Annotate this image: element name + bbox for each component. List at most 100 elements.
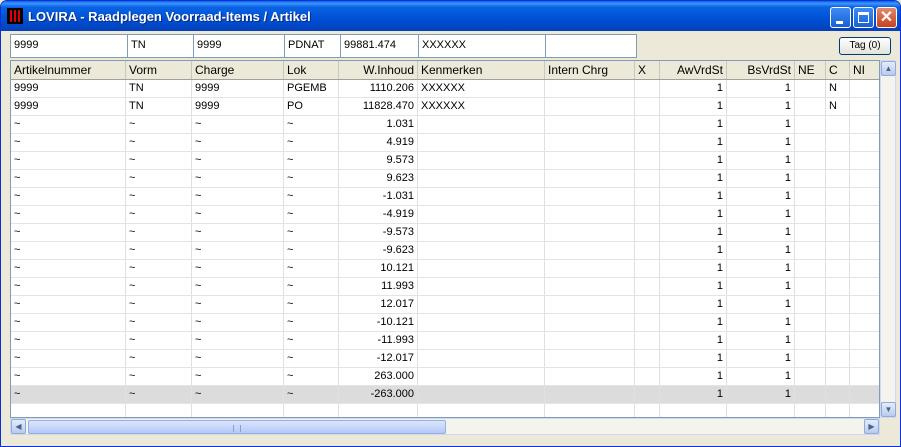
scroll-right-icon[interactable]: ▶ xyxy=(864,419,879,434)
cell-w-inhoud xyxy=(339,404,418,417)
cell-ni xyxy=(850,296,879,313)
close-icon: ✕ xyxy=(879,9,894,26)
cell-charge: ~ xyxy=(192,278,284,295)
app-icon[interactable] xyxy=(7,8,23,24)
filter-field[interactable]: 9999 xyxy=(10,34,128,58)
table-row[interactable]: ~ ~ ~ ~ -1.031 1 1 xyxy=(11,188,879,206)
table-row[interactable]: ~ ~ ~ ~4.919 1 1 xyxy=(11,134,879,152)
column-header-ni[interactable]: NI xyxy=(850,61,879,79)
cell-c xyxy=(826,116,850,133)
cell-intern-chrg xyxy=(545,80,635,97)
cell-lok: ~ xyxy=(284,278,339,295)
cell-lok: ~ xyxy=(284,152,339,169)
table-row[interactable]: ~ ~ ~ ~1.031 1 1 xyxy=(11,116,879,134)
table-row[interactable]: ~ ~ ~ ~11.993 1 1 xyxy=(11,278,879,296)
column-header-awvrdst[interactable]: AwVrdSt xyxy=(660,61,727,79)
table-row[interactable]: ~ ~ ~ ~ -9.573 1 1 xyxy=(11,224,879,242)
column-header-c[interactable]: C xyxy=(826,61,850,79)
column-header-kenmerken[interactable]: Kenmerken xyxy=(418,61,545,79)
filter-field[interactable]: 9999 xyxy=(193,34,285,58)
column-header-lok[interactable]: Lok xyxy=(284,61,339,79)
grid-header: Artikelnummer Vorm Charge Lok W.Inhoud Kenmer… xyxy=(11,61,879,80)
cell-x xyxy=(635,224,660,241)
cell-w-inhoud: -12.017 xyxy=(339,350,418,367)
cell-artikelnummer: ~ xyxy=(11,152,126,169)
maximize-button[interactable] xyxy=(853,7,874,28)
cell-charge: ~ xyxy=(192,242,284,259)
table-row[interactable]: ~ ~ ~ ~12.017 1 1 xyxy=(11,296,879,314)
cell-charge: ~ xyxy=(192,260,284,277)
table-row[interactable] xyxy=(11,404,879,417)
cell-awvrdst: 1 xyxy=(660,386,727,403)
cell-w-inhoud: -9.573 xyxy=(339,224,418,241)
cell-lok: ~ xyxy=(284,368,339,385)
cell-awvrdst: 1 xyxy=(660,206,727,223)
column-header-artikelnummer[interactable]: Artikelnummer xyxy=(11,61,126,79)
vertical-scrollbar[interactable]: ▲ ▼ xyxy=(880,60,896,418)
column-header-bsvrdst[interactable]: BsVrdSt xyxy=(727,61,795,79)
horizontal-scrollbar[interactable]: ◀ ▶ xyxy=(10,418,880,435)
scroll-up-icon[interactable]: ▲ xyxy=(881,61,896,76)
cell-ne xyxy=(795,80,826,97)
horizontal-scroll-thumb[interactable] xyxy=(28,420,446,434)
table-row[interactable]: 9999 TN 9999 PGEMB 1110.206 XXXXXX 1 1 N xyxy=(11,80,879,98)
column-header-charge[interactable]: Charge xyxy=(192,61,284,79)
table-row[interactable]: ~ ~ ~ ~10.121 1 1 xyxy=(11,260,879,278)
cell-bsvrdst: 1 xyxy=(727,80,795,97)
column-header-x[interactable]: X xyxy=(635,61,660,79)
filter-field[interactable]: TN xyxy=(127,34,194,58)
table-row[interactable]: 9999 TN 9999 PO 11828.470 XXXXXX 1 1 N xyxy=(11,98,879,116)
cell-ni xyxy=(850,98,879,115)
filter-field[interactable] xyxy=(545,34,637,58)
cell-charge: ~ xyxy=(192,350,284,367)
cell-lok xyxy=(284,404,339,417)
table-row[interactable]: ~ ~ ~ ~263.000 1 1 xyxy=(11,368,879,386)
cell-intern-chrg xyxy=(545,368,635,385)
cell-intern-chrg xyxy=(545,224,635,241)
cell-awvrdst: 1 xyxy=(660,278,727,295)
cell-w-inhoud: 11828.470 xyxy=(339,98,418,115)
table-row[interactable]: ~ ~ ~ ~ -11.993 1 1 xyxy=(11,332,879,350)
scroll-left-icon[interactable]: ◀ xyxy=(11,419,26,434)
cell-ni xyxy=(850,260,879,277)
table-row[interactable]: ~ ~ ~ ~ -263.000 1 1 xyxy=(11,386,879,404)
table-row[interactable]: ~ ~ ~ ~ -4.919 1 1 xyxy=(11,206,879,224)
cell-lok: ~ xyxy=(284,350,339,367)
cell-ne xyxy=(795,368,826,385)
cell-charge xyxy=(192,404,284,417)
cell-x xyxy=(635,98,660,115)
cell-lok: PGEMB xyxy=(284,80,339,97)
cell-c xyxy=(826,296,850,313)
cell-c: N xyxy=(826,80,850,97)
cell-intern-chrg xyxy=(545,278,635,295)
cell-vorm: ~ xyxy=(126,134,192,151)
table-row[interactable]: ~ ~ ~ ~9.573 1 1 xyxy=(11,152,879,170)
filter-field[interactable]: XXXXXX xyxy=(418,34,546,58)
column-header-w-inhoud[interactable]: W.Inhoud xyxy=(339,61,418,79)
cell-c xyxy=(826,332,850,349)
cell-awvrdst: 1 xyxy=(660,242,727,259)
column-header-intern-chrg[interactable]: Intern Chrg xyxy=(545,61,635,79)
column-header-ne[interactable]: NE xyxy=(795,61,826,79)
cell-bsvrdst: 1 xyxy=(727,314,795,331)
table-row[interactable]: ~ ~ ~ ~9.623 1 1 xyxy=(11,170,879,188)
cell-kenmerken xyxy=(418,296,545,313)
cell-intern-chrg xyxy=(545,134,635,151)
filter-field[interactable]: PDNAT xyxy=(284,34,341,58)
cell-artikelnummer: ~ xyxy=(11,206,126,223)
table-row[interactable]: ~ ~ ~ ~ -9.623 1 1 xyxy=(11,242,879,260)
cell-x xyxy=(635,404,660,417)
title-bar[interactable]: LOVIRA - Raadplegen Voorraad-Items / Art… xyxy=(1,1,900,31)
scroll-down-icon[interactable]: ▼ xyxy=(881,402,896,417)
table-row[interactable]: ~ ~ ~ ~ -12.017 1 1 xyxy=(11,350,879,368)
minimize-button[interactable] xyxy=(830,7,851,28)
table-row[interactable]: ~ ~ ~ ~ -10.121 1 1 xyxy=(11,314,879,332)
cell-intern-chrg xyxy=(545,296,635,313)
tag-button[interactable]: Tag (0) xyxy=(839,37,891,55)
cell-ni xyxy=(850,332,879,349)
filter-field[interactable]: 99881.474 xyxy=(340,34,419,58)
column-header-vorm[interactable]: Vorm xyxy=(126,61,192,79)
cell-awvrdst: 1 xyxy=(660,350,727,367)
close-button[interactable]: ✕ xyxy=(876,7,897,28)
cell-charge: ~ xyxy=(192,314,284,331)
